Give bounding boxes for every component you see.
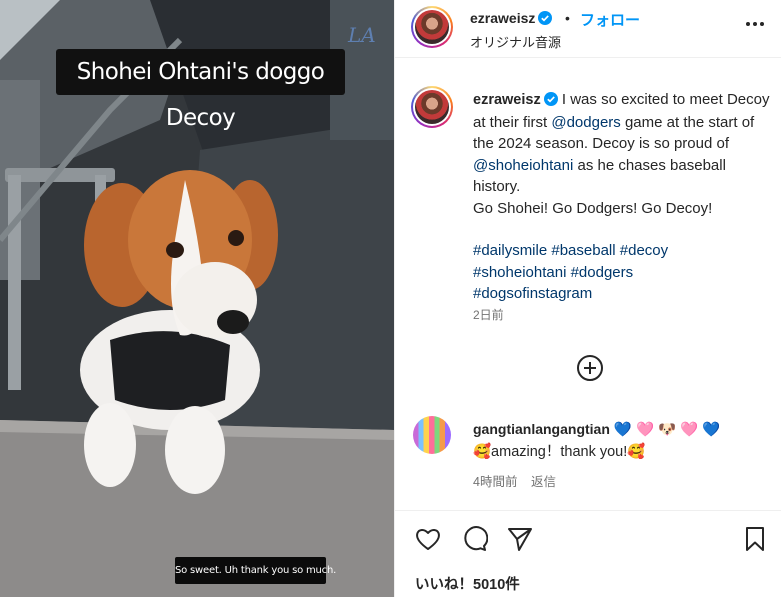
video-subtitle: So sweet. Uh thank you so much.: [175, 557, 336, 584]
more-horizontal-icon[interactable]: [744, 14, 766, 34]
post-header: ezraweisz • フォロー オリジナル音源: [395, 0, 781, 58]
post-timestamp[interactable]: 2日前: [473, 306, 504, 323]
comment-timestamp[interactable]: 4時間前: [473, 475, 517, 489]
hashtag[interactable]: #baseball: [551, 242, 615, 259]
svg-text:LA: LA: [347, 23, 376, 47]
caption-username[interactable]: ezraweisz: [473, 92, 558, 108]
heart-icon[interactable]: [414, 525, 442, 553]
hashtag[interactable]: #dogsofinstagram: [473, 285, 592, 302]
caption-line-2: Go Shohei! Go Dodgers! Go Decoy!: [473, 199, 713, 217]
verified-badge-icon: [538, 11, 553, 25]
post-caption: ezraweisz I was so excited to meet Decoy…: [473, 89, 773, 305]
commenter-username[interactable]: gangtianlangangtian: [473, 421, 610, 437]
post-panel: ezraweisz • フォロー オリジナル音源 ezraweisz I was…: [394, 0, 781, 597]
mention-dodgers[interactable]: @dodgers: [551, 114, 620, 131]
video-overlay-title: Shohei Ohtani's doggo Decoy: [56, 49, 345, 131]
bookmark-icon[interactable]: [741, 525, 769, 553]
author-avatar[interactable]: [411, 6, 453, 48]
hashtag[interactable]: #dodgers: [571, 264, 634, 281]
comment-meta: 4時間前 返信: [473, 471, 566, 490]
comment-emoji-line: 💙 🩷 🐶 🩷 💙: [613, 422, 721, 438]
comment-item: gangtianlangangtian 💙 🩷 🐶 🩷 💙 🥰amazing！t…: [473, 418, 773, 463]
share-icon[interactable]: [506, 525, 534, 553]
video-player[interactable]: LA Shohei Ohtani's doggo Decoy So sweet.…: [0, 0, 394, 597]
header-separator: •: [565, 10, 570, 26]
follow-button[interactable]: フォロー: [580, 9, 640, 30]
likes-count[interactable]: いいね！5010件: [415, 573, 520, 594]
hashtag[interactable]: #dailysmile: [473, 242, 547, 259]
load-more-comments-icon[interactable]: [576, 354, 604, 382]
verified-badge-icon: [543, 92, 558, 106]
reply-button[interactable]: 返信: [531, 475, 556, 489]
comment-icon[interactable]: [460, 525, 488, 553]
commenter-avatar[interactable]: [413, 416, 451, 454]
mention-shoheiohtani[interactable]: @shoheiohtani: [473, 157, 573, 174]
author-username[interactable]: ezraweisz: [470, 10, 553, 26]
caption-author-avatar[interactable]: [411, 86, 453, 128]
comment-text: 🥰amazing！thank you!🥰: [473, 444, 646, 460]
hashtag[interactable]: #decoy: [620, 242, 668, 259]
post-actions-bar: いいね！5010件: [395, 510, 781, 597]
hashtag-list: #dailysmile #baseball #decoy #shoheiohta…: [473, 240, 773, 305]
hashtag[interactable]: #shoheiohtani: [473, 264, 566, 281]
audio-label[interactable]: オリジナル音源: [470, 32, 561, 51]
